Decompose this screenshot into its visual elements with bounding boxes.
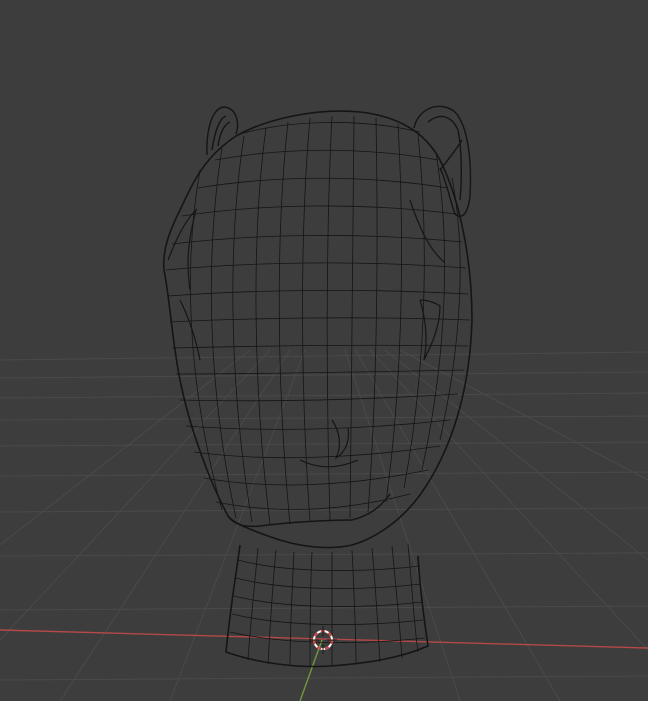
3d-viewport[interactable] [0, 0, 648, 701]
viewport-background [0, 0, 648, 701]
